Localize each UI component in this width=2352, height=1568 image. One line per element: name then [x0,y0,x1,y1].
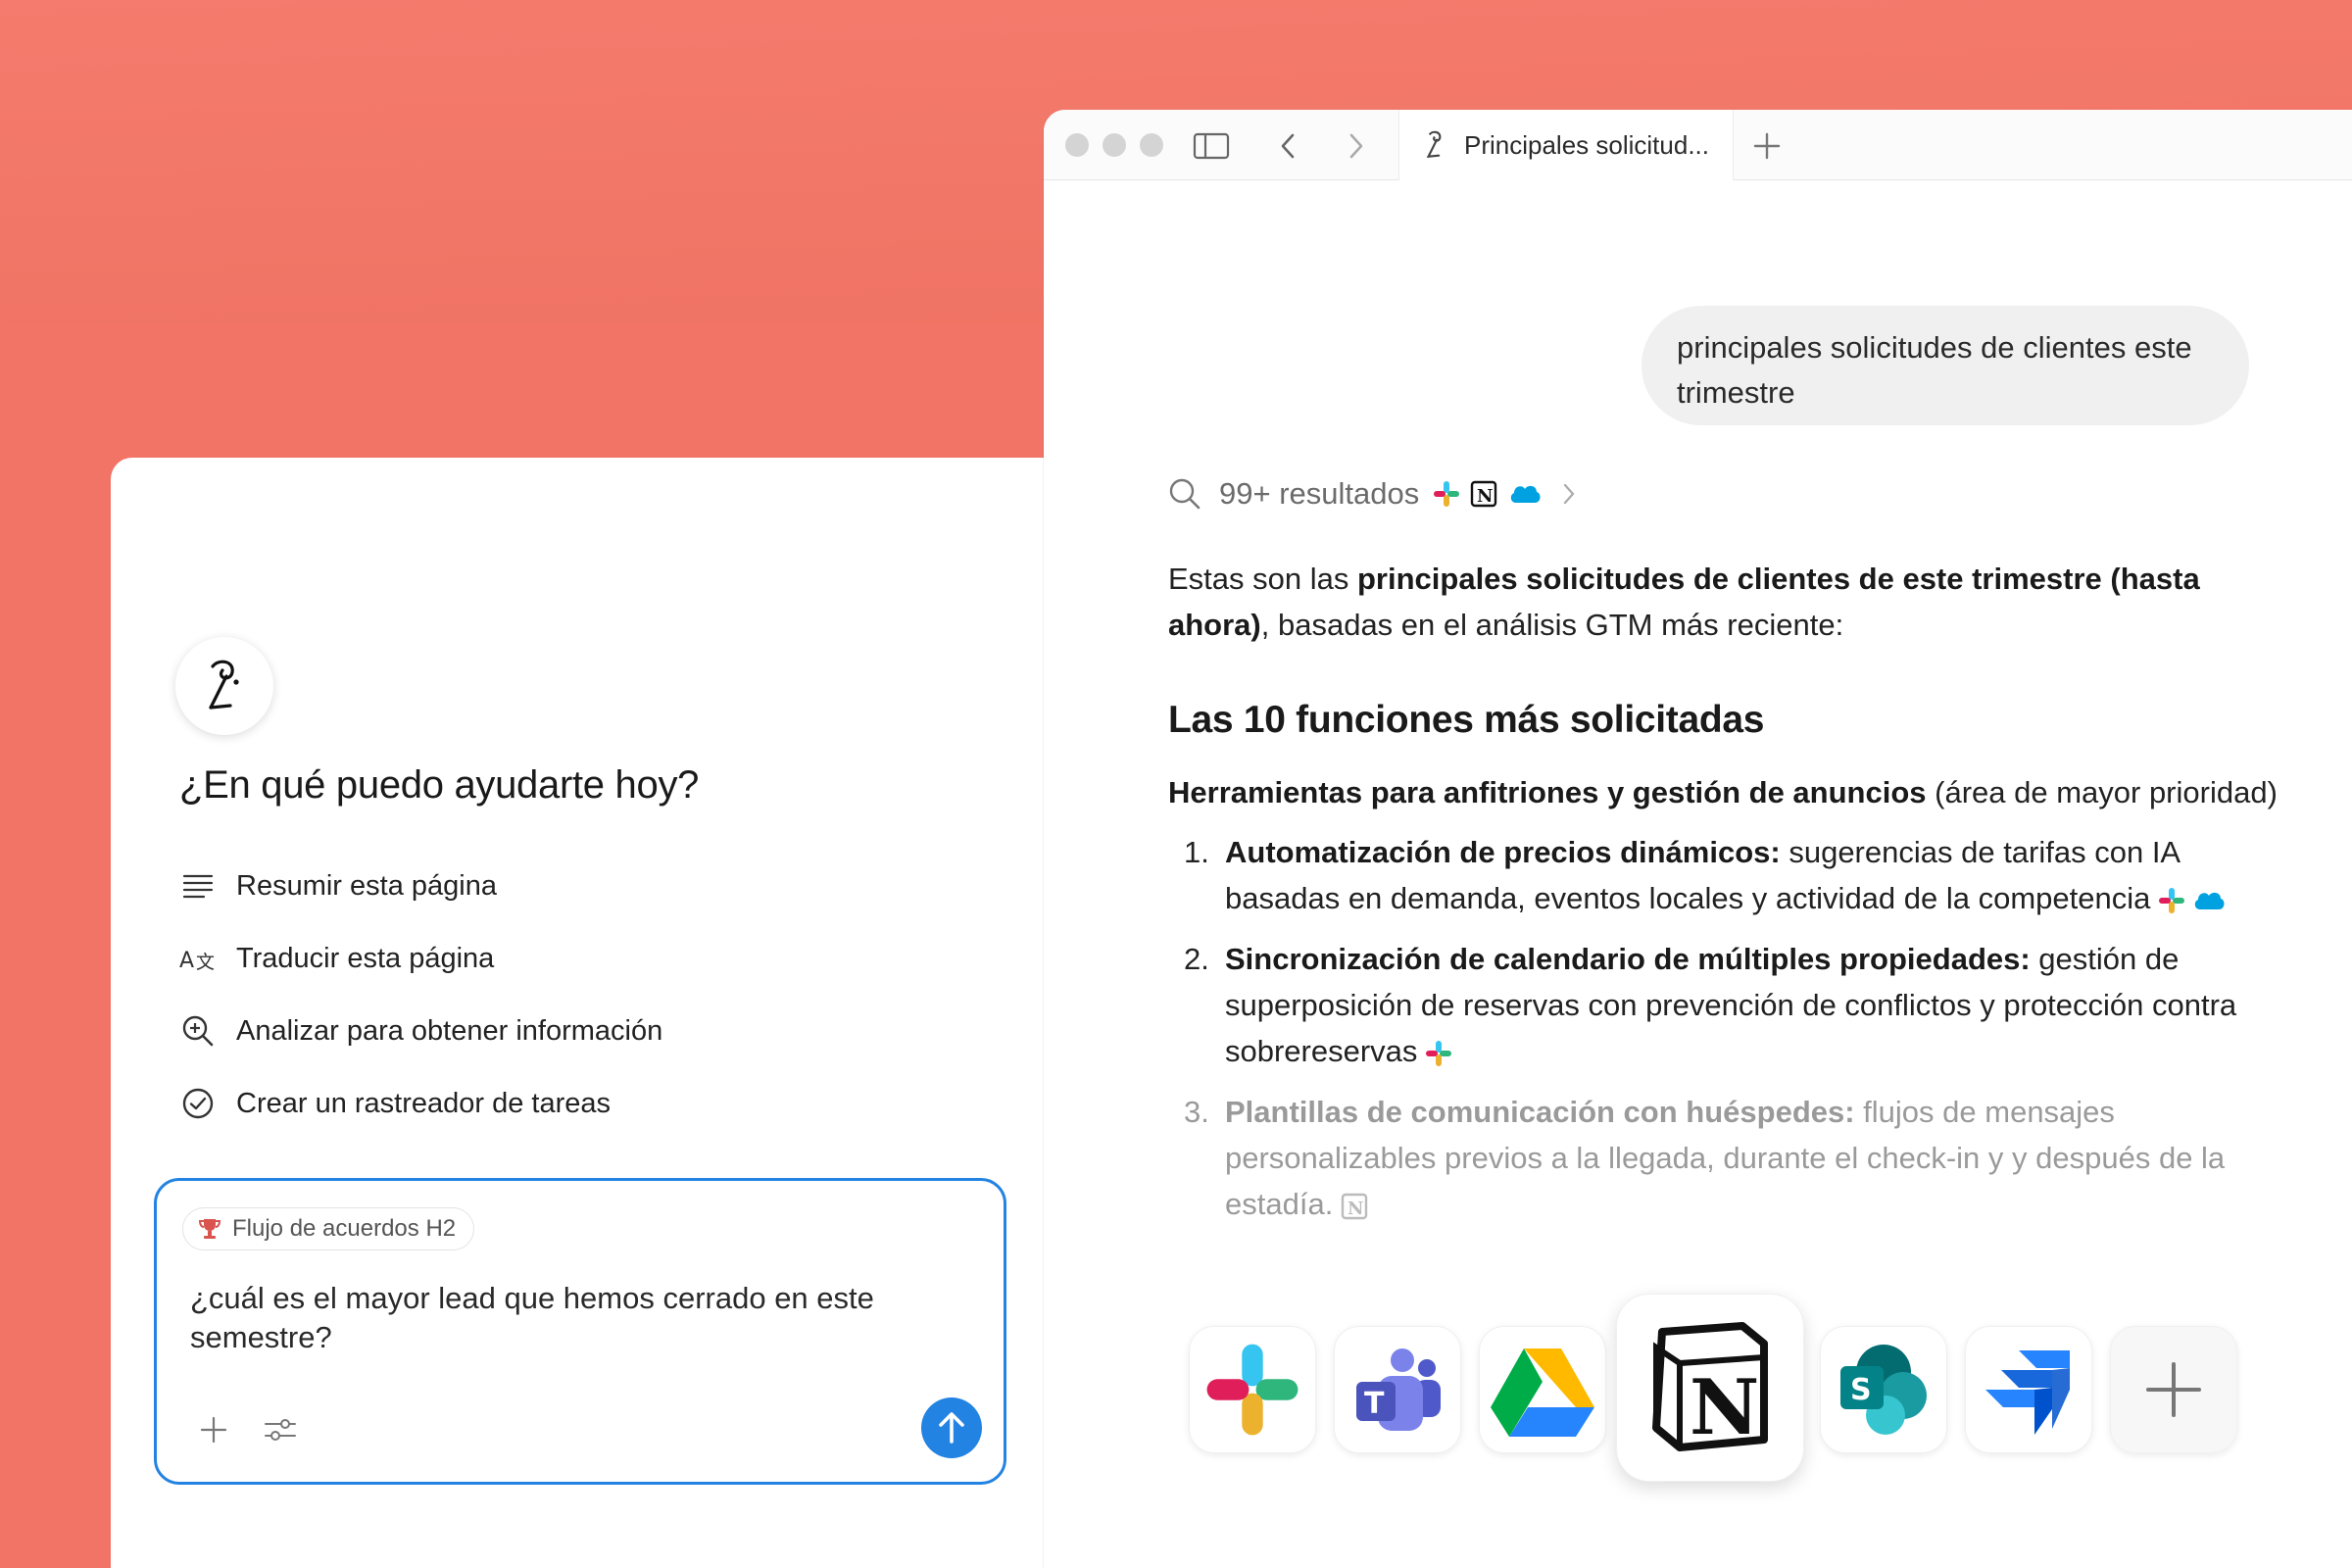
chevron-right-icon [1562,482,1576,506]
add-attachment-button[interactable] [192,1408,235,1451]
search-results-toggle[interactable]: 99+ resultados N [1168,474,1576,514]
window-close-button[interactable] [1065,133,1089,157]
prompt-input[interactable]: ¿cuál es el mayor lead que hemos cerrado… [190,1279,974,1357]
action-label: Traducir esta página [236,942,495,974]
notion-source-icon: N [1470,480,1497,508]
answer-heading: Las 10 funciones más solicitadas [1168,699,1765,741]
teams-icon: T [1356,1348,1441,1431]
svg-text:A: A [179,949,194,973]
assistant-panel: ¿En qué puedo ayudarte hoy? Resumir esta… [111,458,1091,1568]
context-chip[interactable]: Flujo de acuerdos H2 [182,1207,475,1250]
action-summarize[interactable]: Resumir esta página [179,850,983,922]
google-drive-icon [1491,1348,1594,1437]
sharepoint-icon: S [1840,1345,1927,1435]
browser-window: Principales solicitud... principales sol… [1044,110,2352,1568]
results-count: 99+ resultados [1219,476,1420,511]
slack-source-icon [1433,480,1460,508]
svg-text:S: S [1850,1373,1872,1407]
lines-icon [179,867,217,905]
context-chip-label: Flujo de acuerdos H2 [232,1215,457,1242]
assistant-logo-icon [175,637,273,735]
new-tab-button[interactable] [1746,125,1788,167]
add-integration-icon [2146,1362,2201,1417]
notion-source-icon: N [1342,1193,1368,1220]
salesforce-source-icon [2195,892,2225,909]
user-message-bubble: principales solicitudes de clientes este… [1642,306,2249,425]
add-integration-button[interactable] [2110,1326,2237,1453]
answer-intro: Estas son las principales solicitudes de… [1168,562,2200,642]
plus-icon [200,1416,227,1444]
prompt-composer[interactable]: Flujo de acuerdos H2 ¿cuál es el mayor l… [154,1178,1006,1485]
chevron-right-icon [1349,133,1363,159]
svg-text:N: N [1690,1363,1759,1452]
list-item: 1. Automatización de precios dinámicos: s… [1168,829,2285,921]
sidebar-toggle-button[interactable] [1191,125,1232,167]
search-icon [1168,477,1201,511]
svg-text:文: 文 [196,952,215,973]
teams-app[interactable]: T [1334,1326,1461,1453]
sharepoint-app[interactable]: S [1820,1326,1947,1453]
answer-category: Herramientas para anfitriones y gestión … [1168,775,2278,809]
salesforce-source-icon [1507,481,1543,507]
jira-app[interactable] [1965,1326,2092,1453]
slack-app[interactable] [1189,1326,1316,1453]
action-task-tracker[interactable]: Crear un rastreador de tareas [179,1067,983,1140]
svg-text:T: T [1364,1387,1385,1421]
action-label: Crear un rastreador de tareas [236,1087,612,1119]
plus-icon [1753,132,1781,160]
list-item: 3. Plantillas de comunicación con huésped… [1184,1095,2226,1221]
jira-icon [1985,1350,2070,1435]
slack-icon [1206,1344,1298,1436]
slack-source-icon [1426,1040,1452,1066]
back-button[interactable] [1267,125,1308,167]
browser-titlebar: Principales solicitud... [1044,110,2352,180]
feature-list: 1. Automatización de precios dinámicos: s… [1168,829,2285,1227]
integration-apps: T N S [1189,1294,2267,1490]
translate-icon: A文 [179,940,217,977]
slack-source-icon [2159,887,2185,913]
settings-button[interactable] [259,1408,302,1451]
svg-text:N: N [1348,1199,1363,1219]
trophy-icon [197,1216,222,1242]
notion-app[interactable]: N [1616,1294,1804,1482]
check-circle-icon [179,1085,217,1122]
arrow-up-icon [939,1412,964,1444]
tab-title: Principales solicitud... [1464,129,1709,160]
sliders-icon [265,1419,296,1441]
action-label: Resumir esta página [236,869,497,902]
action-translate[interactable]: A文 Traducir esta página [179,922,983,995]
chevron-left-icon [1281,133,1295,159]
window-zoom-button[interactable] [1140,133,1163,157]
assistant-tab-icon [1421,129,1450,161]
forward-button[interactable] [1336,125,1377,167]
action-label: Analizar para obtener información [236,1014,663,1047]
sidebar-icon [1193,132,1230,160]
list-item: 2. Sincronización de calendario de múltip… [1184,942,2237,1068]
google-drive-app[interactable] [1479,1326,1606,1453]
svg-text:N: N [1477,486,1493,507]
send-button[interactable] [921,1397,982,1458]
notion-icon: N [1652,1322,1768,1452]
suggested-actions: Resumir esta página A文 Traducir esta pág… [179,850,983,1140]
zoom-in-icon [179,1012,217,1050]
action-analyze[interactable]: Analizar para obtener información [179,995,983,1067]
greeting-title: ¿En qué puedo ayudarte hoy? [179,763,700,807]
window-minimize-button[interactable] [1102,133,1126,157]
browser-tab[interactable]: Principales solicitud... [1398,110,1734,180]
assistant-answer: Estas son las principales solicitudes de… [1168,556,2285,1242]
